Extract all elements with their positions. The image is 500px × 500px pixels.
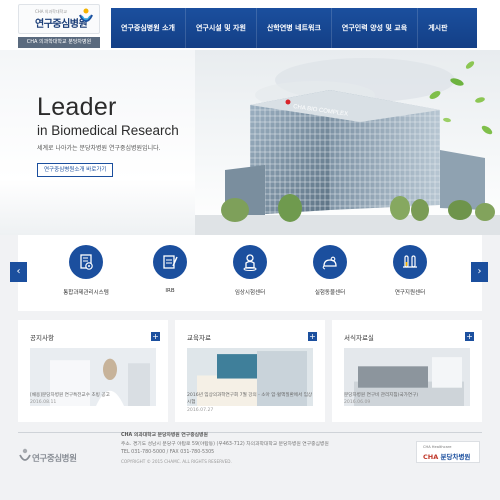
card-date: 2016.06.09 xyxy=(344,400,371,406)
shortcut-label: IRB xyxy=(165,288,175,294)
carousel-next-button[interactable]: › xyxy=(471,262,488,282)
mouse-icon xyxy=(313,245,347,279)
test-tubes-icon xyxy=(393,245,427,279)
card-post-title: 2016년 임상의과학연구회 7월 강의 - 소아 암·혈액질환에서 임상시험 xyxy=(187,393,313,406)
shortcut-label: 통합과제관리시스템 xyxy=(63,290,109,296)
site-logo[interactable]: CHA 의과학대학교 연구중심병원 CHA 의과학대학교 분당차병원 xyxy=(18,4,100,48)
shortcut-irb[interactable]: IRB xyxy=(130,245,210,294)
hero-description: 세계로 나아가는 분당차병원 연구중심병원입니다. xyxy=(37,145,161,152)
shortcut-clinical-trial[interactable]: 임상시험센터 xyxy=(210,245,290,296)
notice-text[interactable]: [채용]분당차병원 연구특전교수 초빙 공고 2016.08.11 xyxy=(30,392,156,407)
footer-phone: TEL 031-780-5000 / FAX 031-780-5305 xyxy=(121,450,215,456)
gear-document-icon xyxy=(69,245,103,279)
shortcut-animal-center[interactable]: 실험동물센터 xyxy=(290,245,370,296)
nav-item-board[interactable]: 게시판 xyxy=(418,8,457,48)
hero-title: Leader xyxy=(37,93,117,121)
forms-text[interactable]: 분당차병원 연구비 관리지침(국가연구) 2016.06.09 xyxy=(344,392,470,407)
card-date: 2016.08.11 xyxy=(30,400,57,406)
about-shortcut-button[interactable]: 연구중심병원소개 바로가기 xyxy=(37,163,114,177)
footer-address: 주소. 경기도 성남시 분당구 야탑로 59(야탑동) (우463-712) 차… xyxy=(121,441,329,447)
site-header: CHA 의과학대학교 연구중심병원 CHA 의과학대학교 분당차병원 연구중심병… xyxy=(0,0,500,50)
education-card: 교육자료 + 2016년 임상의과학연구회 7월 강의 - 소아 암·혈액질환에… xyxy=(175,320,325,422)
bundang-cha-hospital-link[interactable]: CHA Healthcare CHA 분당차병원 xyxy=(416,441,480,463)
education-text[interactable]: 2016년 임상의과학연구회 7월 강의 - 소아 암·혈액질환에서 임상시험 … xyxy=(187,392,313,414)
footer-logo-text: 연구중심병원 xyxy=(32,454,77,464)
notice-card: 공지사항 + [채용]분당차병원 연구특전교수 초빙 공고 2016.08.11 xyxy=(18,320,168,422)
hero-banner: Leader in Biomedical Research 세계로 나아가는 분… xyxy=(0,50,500,235)
badge-main-text: CHA 분당차병원 xyxy=(423,451,470,461)
hero-subtitle: in Biomedical Research xyxy=(37,123,179,138)
notebook-pen-icon xyxy=(153,245,187,279)
shortcut-carousel: ‹ 통합과제관리시스템 IRB 임상시험센터 실험동물센터 연구지원센터 › xyxy=(10,235,488,311)
footer-org: CHA 의과대학교 분당차병원 연구중심병원 xyxy=(121,433,208,438)
nav-item-education[interactable]: 연구인력 양성 및 교육 xyxy=(332,8,419,48)
notice-more-button[interactable]: + xyxy=(151,332,160,341)
education-more-button[interactable]: + xyxy=(308,332,317,341)
shortcut-label: 실험동물센터 xyxy=(314,290,346,296)
logo-mark-icon xyxy=(79,8,93,23)
nav-item-facilities[interactable]: 연구시설 및 자원 xyxy=(186,8,257,48)
footer-logo-mark-icon xyxy=(19,448,31,461)
card-post-title: [채용]분당차병원 연구특전교수 초빙 공고 xyxy=(30,393,110,398)
badge-cha-text: CHA xyxy=(423,453,439,461)
nav-item-about[interactable]: 연구중심병원 소개 xyxy=(111,8,186,48)
forms-more-button[interactable]: + xyxy=(465,332,474,341)
shortcut-project-management[interactable]: 통합과제관리시스템 xyxy=(46,245,126,296)
shortcut-label: 연구지원센터 xyxy=(394,290,426,296)
card-title: 공지사항 xyxy=(30,334,54,342)
card-date: 2016.07.27 xyxy=(187,407,214,413)
card-post-title: 분당차병원 연구비 관리지침(국가연구) xyxy=(344,393,419,398)
badge-small-text: CHA Healthcare xyxy=(423,445,452,449)
person-pin-icon xyxy=(233,245,267,279)
forms-card: 서식자료실 + 분당차병원 연구비 관리지침(국가연구) 2016.06.09 xyxy=(332,320,482,422)
building-image: CHA BIO COMPLEX xyxy=(195,50,500,235)
main-nav: 연구중심병원 소개 연구시설 및 자원 산학연병 네트워크 연구인력 양성 및 … xyxy=(111,8,477,48)
card-title: 서식자료실 xyxy=(344,334,374,342)
badge-hospital-text: 분당차병원 xyxy=(440,453,471,461)
logo-top: CHA 의과학대학교 연구중심병원 xyxy=(18,4,100,34)
shortcut-research-support[interactable]: 연구지원센터 xyxy=(370,245,450,296)
footer-info: CHA 의과대학교 분당차병원 연구중심병원 주소. 경기도 성남시 분당구 야… xyxy=(121,432,329,465)
carousel-prev-button[interactable]: ‹ xyxy=(10,262,27,282)
footer-copyright: COPYRIGHT © 2015 CHAMC. ALL RIGHTS RESER… xyxy=(121,458,232,464)
card-title: 교육자료 xyxy=(187,334,211,342)
logo-subtitle: CHA 의과학대학교 분당차병원 xyxy=(18,37,100,48)
footer-logo: 연구중심병원 xyxy=(18,446,88,468)
shortcut-label: 임상시험센터 xyxy=(234,290,266,296)
site-footer: 연구중심병원 CHA 의과대학교 분당차병원 연구중심병원 주소. 경기도 성남… xyxy=(0,432,500,500)
nav-item-network[interactable]: 산학연병 네트워크 xyxy=(257,8,332,48)
